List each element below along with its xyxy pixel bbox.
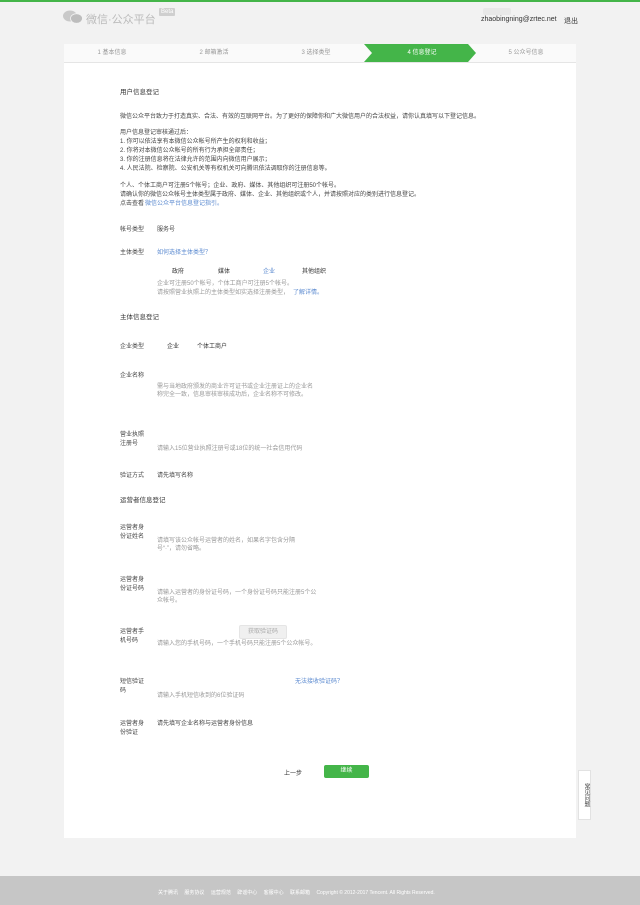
operator-name-label: 运营者身 xyxy=(120,525,145,531)
step-choose-type: 3 选择类型 xyxy=(301,50,331,56)
account-email[interactable]: zhaobingning@zrtec.net xyxy=(481,16,557,23)
subject-option-enterprise[interactable]: 企业 xyxy=(263,266,275,275)
operator-phone-label: 机号码 xyxy=(120,638,139,644)
step-email-activation: 2 邮箱激活 xyxy=(199,50,229,56)
footer-link-operation-rules[interactable]: 运营规范 xyxy=(211,890,231,896)
section-title-subject-info: 主体信息登记 xyxy=(120,314,159,321)
enterprise-option-company[interactable]: 企业 xyxy=(167,341,179,350)
account-limit-note: 个人、个体工商户可注册5个帐号；企业、政府、媒体、其他组织可注册50个帐号。 xyxy=(120,183,341,189)
operator-name-label: 份证姓名 xyxy=(120,534,145,540)
footer-link-about[interactable]: 关于腾讯 xyxy=(158,890,178,896)
operator-verify-label: 运营者身 xyxy=(120,721,145,727)
faq-floating-button[interactable]: 常见问题 xyxy=(578,770,591,820)
cannot-receive-code-link[interactable]: 无法接收验证码？ xyxy=(295,678,343,686)
operator-id-label: 份证号码 xyxy=(120,586,145,592)
intro-paragraph: 微信公众平台致力于打造真实、合法、有效的互联网平台。为了更好的保障你和广大微信用… xyxy=(120,114,481,120)
after-approval-item: 4. 人民法院、检察院、公安机关等有权机关可向腾讯依法调取你的注册信息等。 xyxy=(120,166,331,172)
after-approval-title: 用户信息登记审核通过后： xyxy=(120,130,193,136)
sms-code-label: 码 xyxy=(120,688,127,694)
account-avatar[interactable] xyxy=(483,8,511,15)
license-no-input[interactable]: 请输入15位营业执照注册号或18位的统一社会信用代码 xyxy=(157,445,302,453)
operator-id-label: 运营者身 xyxy=(120,577,145,583)
registration-guide-link[interactable]: 微信公众平台信息登记指引。 xyxy=(145,200,223,208)
step-info-registration: 4 信息登记 xyxy=(407,50,437,56)
footer-link-customer-service[interactable]: 客服中心 xyxy=(264,890,284,896)
wechat-logo-icon xyxy=(63,10,83,24)
company-name-label: 企业名称 xyxy=(120,373,145,379)
account-type-value: 服务号 xyxy=(157,227,176,233)
account-type-label: 帐号类型 xyxy=(120,227,145,233)
subject-type-note: 请确认你的微信公众帐号主体类型属于政府、媒体、企业、其他组织或个人，并请按照对应… xyxy=(120,192,421,198)
footer-copyright: Copyright © 2012-2017 Tencent. All Right… xyxy=(316,890,435,896)
section-title-operator-info: 运营者信息登记 xyxy=(120,497,166,504)
operator-verify-value: 请先填写企业名称与运营者身份信息 xyxy=(157,721,254,727)
footer-links: 关于腾讯 服务协议 运营规范 辟谣中心 客服中心 联系邮箱 Copyright … xyxy=(158,889,440,896)
sms-code-input[interactable]: 请输入手机短信收到的6位验证码 xyxy=(157,692,244,700)
section-title-user-info: 用户信息登记 xyxy=(120,89,159,96)
beta-badge: Beta xyxy=(159,8,176,16)
registration-card: 1 基本信息 2 邮箱激活 3 选择类型 4 信息登记 5 公众号信息 用户信息… xyxy=(64,44,576,838)
subject-type-note: 企业可注册50个帐号，个体工商户可注册5个帐号。 xyxy=(157,281,294,287)
get-code-button[interactable]: 获取验证码 xyxy=(239,625,287,639)
footer-link-contact-email[interactable]: 联系邮箱 xyxy=(290,890,310,896)
step-basic-info: 1 基本信息 xyxy=(97,50,127,56)
subject-option-other-org[interactable]: 其他组织 xyxy=(302,266,326,275)
license-no-label: 注册号 xyxy=(120,441,139,447)
company-name-hint: 需与当地政府颁发的商业许可证书或企业注册证上的企业名称完全一致，信息审核审核成功… xyxy=(157,384,314,398)
operator-phone-input[interactable]: 请输入您的手机号码，一个手机号码只能注册5个公众帐号。 xyxy=(157,640,323,648)
step-progress-bar: 1 基本信息 2 邮箱激活 3 选择类型 4 信息登记 5 公众号信息 xyxy=(64,44,576,63)
subject-type-note: 请按照营业执照上的主体类型如实选择注册类型， xyxy=(157,290,290,296)
continue-button[interactable]: 继续 xyxy=(324,765,369,778)
after-approval-item: 2. 你将对本微信公众帐号的所有行为承担全部责任； xyxy=(120,148,259,154)
verify-method-label: 验证方式 xyxy=(120,473,145,479)
subject-type-label: 主体类型 xyxy=(120,250,145,256)
subject-option-media[interactable]: 媒体 xyxy=(218,266,230,275)
subject-option-government[interactable]: 政府 xyxy=(172,266,184,275)
sms-code-label: 短信验证 xyxy=(120,679,145,685)
guide-prefix: 点击查看 xyxy=(120,201,145,207)
after-approval-item: 1. 你可以依法享有本微信公众帐号所产生的权利和收益； xyxy=(120,139,271,145)
logout-link[interactable]: 退出 xyxy=(564,16,578,26)
footer-link-service-agreement[interactable]: 服务协议 xyxy=(184,890,204,896)
footer: 关于腾讯 服务协议 运营规范 辟谣中心 客服中心 联系邮箱 Copyright … xyxy=(0,876,640,905)
operator-name-input[interactable]: 请填写该公众帐号运营者的姓名，如果名字包含分隔号“·”，请勿省略。 xyxy=(157,537,312,553)
prev-step-button[interactable]: 上一步 xyxy=(284,768,302,777)
verify-method-value: 请先填写名称 xyxy=(157,473,194,479)
license-no-label: 营业执照 xyxy=(120,432,145,438)
footer-link-rumor-center[interactable]: 辟谣中心 xyxy=(237,890,257,896)
subject-type-learn-more-link[interactable]: 了解详情。 xyxy=(293,289,323,297)
enterprise-type-label: 企业类型 xyxy=(120,344,145,350)
step-account-info: 5 公众号信息 xyxy=(508,50,544,56)
enterprise-option-sole-proprietor[interactable]: 个体工商户 xyxy=(197,341,227,350)
subject-type-help-link[interactable]: 如何选择主体类型？ xyxy=(157,249,211,257)
operator-verify-label: 份验证 xyxy=(120,730,139,736)
header: 微信·公众平台 Beta zhaobingning@zrtec.net 退出 xyxy=(0,2,640,36)
after-approval-item: 3. 你的注册信息将在法律允许的范围内向微信用户展示； xyxy=(120,157,271,163)
operator-phone-label: 运营者手 xyxy=(120,629,145,635)
brand-title: 微信·公众平台 xyxy=(86,14,156,26)
operator-id-input[interactable]: 请输入运营者的身份证号码，一个身份证号码只能注册5个公众帐号。 xyxy=(157,589,317,605)
